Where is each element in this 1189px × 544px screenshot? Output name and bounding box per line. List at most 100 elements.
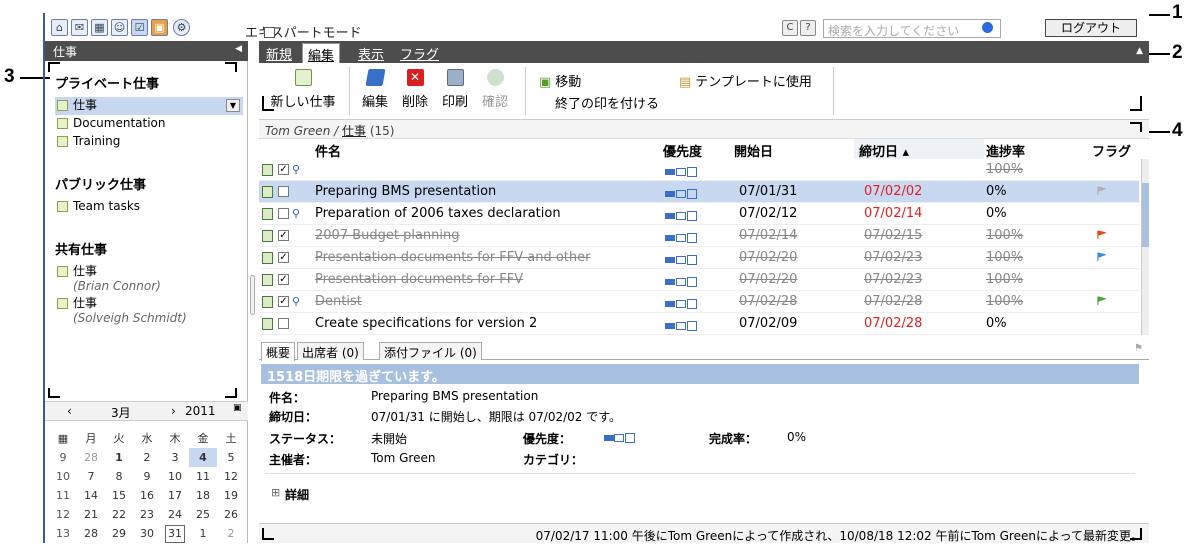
calendar-year[interactable]: 2011 bbox=[185, 404, 216, 418]
scrollbar-thumb[interactable] bbox=[1142, 183, 1149, 247]
calendar-day[interactable]: 22 bbox=[105, 505, 133, 524]
tab-participants[interactable]: 出席者 (0) bbox=[297, 342, 364, 360]
column-subject[interactable]: 件名 bbox=[315, 141, 341, 160]
week-number[interactable]: 9 bbox=[49, 448, 77, 467]
tab-attachments[interactable]: 添付ファイル (0) bbox=[379, 342, 482, 360]
calendar-day[interactable]: 3 bbox=[161, 448, 189, 467]
calendar-day[interactable]: 28 bbox=[77, 448, 105, 467]
flag-icon[interactable] bbox=[1097, 296, 1106, 305]
calendar-day[interactable]: 15 bbox=[105, 486, 133, 505]
sidebar-item-team-tasks[interactable]: Team tasks bbox=[55, 198, 243, 216]
task-subject[interactable]: Create specifications for version 2 bbox=[315, 316, 537, 331]
week-number[interactable]: 12 bbox=[49, 505, 77, 524]
print-button[interactable]: 印刷 bbox=[439, 69, 471, 110]
calendar-day[interactable]: 29 bbox=[105, 524, 133, 543]
contacts-icon[interactable]: ☺ bbox=[111, 19, 128, 36]
collapse-sidebar-icon[interactable]: ◀ bbox=[235, 44, 242, 54]
calendar-day[interactable]: 9 bbox=[133, 467, 161, 486]
calendar-day[interactable]: 7 bbox=[77, 467, 105, 486]
task-done-checkbox[interactable] bbox=[278, 186, 289, 197]
detail-flag-icon[interactable]: ⚑ bbox=[1134, 343, 1143, 354]
task-done-checkbox[interactable]: ✓ bbox=[278, 230, 289, 241]
search-input[interactable]: 検索を入力してください bbox=[823, 19, 1001, 38]
details-toggle[interactable]: 詳細 bbox=[285, 486, 309, 503]
sidebar-item-tasks[interactable]: 仕事 ▼ bbox=[55, 97, 243, 115]
flag-icon[interactable] bbox=[1097, 186, 1106, 195]
tab-flag[interactable]: フラグ bbox=[397, 44, 442, 63]
calendar-day[interactable]: 2 bbox=[217, 524, 245, 543]
calendar-day[interactable]: 21 bbox=[77, 505, 105, 524]
week-number[interactable]: 13 bbox=[49, 524, 77, 543]
refresh-button[interactable]: C bbox=[782, 20, 798, 36]
tab-new[interactable]: 新規 bbox=[263, 44, 295, 63]
table-row[interactable]: Preparing BMS presentation 07/01/31 07/02/… bbox=[259, 181, 1139, 203]
task-done-checkbox[interactable]: ✓ bbox=[278, 274, 289, 285]
task-done-checkbox[interactable] bbox=[278, 208, 289, 219]
week-number[interactable]: 10 bbox=[49, 467, 77, 486]
task-subject[interactable]: Preparing BMS presentation bbox=[315, 184, 496, 199]
task-subject[interactable]: Presentation documents for FFV and other bbox=[315, 250, 590, 265]
calendar-day[interactable]: 14 bbox=[77, 486, 105, 505]
task-done-checkbox[interactable]: ✓ bbox=[278, 252, 289, 263]
tab-overview[interactable]: 概要 bbox=[261, 342, 296, 361]
calendar-day[interactable]: 28 bbox=[77, 524, 105, 543]
table-row[interactable]: Create specifications for version 2 07/02… bbox=[259, 313, 1139, 335]
sidebar-item-shared-brian[interactable]: 仕事 (Brian Connor) bbox=[55, 263, 243, 293]
tab-view[interactable]: 表示 bbox=[355, 44, 387, 63]
calendar-day[interactable]: 30 bbox=[133, 524, 161, 543]
column-flag[interactable]: フラグ bbox=[1092, 141, 1131, 160]
calendar-day[interactable]: 10 bbox=[161, 467, 189, 486]
task-subject[interactable]: Presentation documents for FFV bbox=[315, 272, 523, 287]
use-template-button[interactable]: ▤ テンプレートに使用 bbox=[679, 71, 812, 90]
table-row[interactable]: ✓ 2007 Budget planning 07/02/14 07/02/15 100… bbox=[259, 225, 1139, 247]
move-button[interactable]: ▣ 移動 bbox=[539, 71, 581, 90]
confirm-button[interactable]: 確認 bbox=[479, 69, 511, 110]
sidebar-item-training[interactable]: Training bbox=[55, 133, 243, 151]
column-progress[interactable]: 進捗率 bbox=[986, 141, 1025, 160]
column-priority[interactable]: 優先度 bbox=[663, 141, 702, 160]
logout-button[interactable]: ログアウト bbox=[1045, 19, 1137, 37]
edit-button[interactable]: 編集 bbox=[359, 69, 391, 110]
calendar-day[interactable]: 12 bbox=[217, 467, 245, 486]
collapse-toolbar-icon[interactable]: ▲ bbox=[1136, 46, 1143, 56]
calendar-day[interactable]: 24 bbox=[161, 505, 189, 524]
column-start-date[interactable]: 開始日 bbox=[734, 141, 773, 160]
calendar-day[interactable]: 19 bbox=[217, 486, 245, 505]
table-row[interactable]: ✓ Presentation documents for FFV 07/02/20 0… bbox=[259, 269, 1139, 291]
home-icon[interactable]: ⌂ bbox=[51, 19, 68, 36]
new-task-button[interactable]: 新しい仕事 bbox=[265, 69, 341, 110]
expand-details-icon[interactable]: ⊞ bbox=[271, 486, 280, 499]
calendar-day-today[interactable]: 4 bbox=[189, 448, 217, 467]
task-done-checkbox[interactable]: ✓ bbox=[278, 164, 289, 175]
calendar-day[interactable]: 25 bbox=[189, 505, 217, 524]
sidebar-resize-handle[interactable] bbox=[250, 275, 255, 315]
settings-icon[interactable]: ⚙ bbox=[173, 19, 190, 36]
prev-month-button[interactable]: ‹ bbox=[67, 404, 72, 418]
table-row[interactable]: ✓ ⚲ 100% bbox=[259, 159, 1139, 181]
table-row[interactable]: ✓ Presentation documents for FFV and othe… bbox=[259, 247, 1139, 269]
sidebar-item-documentation[interactable]: Documentation bbox=[55, 115, 243, 133]
task-subject[interactable]: 2007 Budget planning bbox=[315, 228, 460, 243]
calendar-day[interactable]: 17 bbox=[161, 486, 189, 505]
help-button[interactable]: ? bbox=[800, 20, 816, 36]
mark-done-button[interactable]: 終了の印を付ける bbox=[555, 93, 659, 112]
table-row[interactable]: ✓ ⚲ Dentist 07/02/28 07/02/28 100% bbox=[259, 291, 1139, 313]
flag-icon[interactable] bbox=[1097, 252, 1106, 261]
tab-edit[interactable]: 編集 bbox=[302, 43, 341, 64]
week-number[interactable]: 11 bbox=[49, 486, 77, 505]
search-icon[interactable] bbox=[982, 22, 993, 33]
breadcrumb-folder-link[interactable]: 仕事 bbox=[342, 124, 366, 138]
task-done-checkbox[interactable]: ✓ bbox=[278, 296, 289, 307]
flag-icon[interactable] bbox=[1097, 230, 1106, 239]
calendar-icon[interactable]: ▦ bbox=[91, 19, 108, 36]
tasks-icon[interactable]: ☑ bbox=[131, 19, 148, 36]
calendar-day[interactable]: 1 bbox=[105, 448, 133, 467]
calendar-month[interactable]: 3月 bbox=[111, 404, 131, 421]
expert-mode-checkbox[interactable] bbox=[264, 27, 275, 38]
calendar-menu-icon[interactable]: ▣ bbox=[233, 403, 242, 413]
calendar-day[interactable]: 18 bbox=[189, 486, 217, 505]
calendar-day[interactable]: 5 bbox=[217, 448, 245, 467]
sidebar-item-shared-solveigh[interactable]: 仕事 (Solveigh Schmidt) bbox=[55, 295, 243, 325]
expert-mode-toggle[interactable]: エキスパートモード bbox=[245, 22, 362, 41]
chevron-down-icon[interactable]: ▼ bbox=[226, 99, 240, 112]
